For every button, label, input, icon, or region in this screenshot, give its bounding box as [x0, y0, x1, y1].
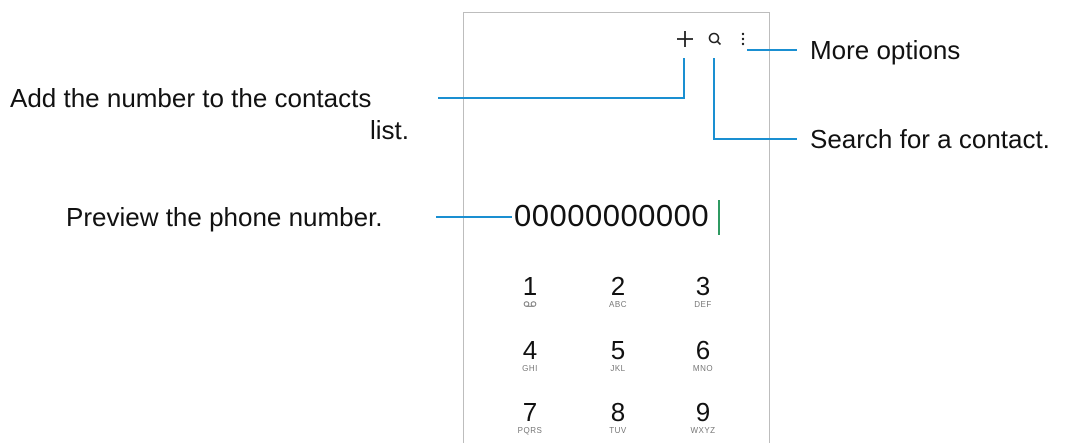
key-letters: TUV	[609, 426, 627, 435]
key-digit: 9	[695, 397, 711, 427]
key-9[interactable]: 9 WXYZ	[668, 398, 738, 436]
key-letters: WXYZ	[690, 426, 716, 435]
key-6[interactable]: 6 MNO	[668, 336, 738, 374]
callout-line-preview	[436, 216, 512, 218]
callout-add-contact-line2: list.	[370, 115, 409, 145]
key-4[interactable]: 4 GHI	[495, 336, 565, 374]
key-letters: GHI	[522, 364, 538, 373]
callout-line-search-vertical	[713, 58, 715, 140]
callout-preview: Preview the phone number.	[66, 202, 383, 232]
key-8[interactable]: 8 TUV	[583, 398, 653, 436]
callout-search: Search for a contact.	[810, 124, 1050, 154]
text-cursor	[718, 200, 720, 235]
key-digit: 5	[610, 335, 626, 365]
key-letters: PQRS	[517, 426, 543, 435]
key-letters: JKL	[610, 364, 626, 373]
callout-line-search	[713, 138, 797, 140]
key-letters: DEF	[694, 300, 712, 309]
key-3[interactable]: 3 DEF	[668, 272, 738, 310]
key-digit: 2	[610, 271, 626, 301]
key-digit: 6	[695, 335, 711, 365]
key-2[interactable]: 2 ABC	[583, 272, 653, 310]
plus-icon[interactable]	[674, 28, 696, 50]
phone-number-display[interactable]: 00000000000	[514, 196, 709, 236]
callout-line-add-contact	[438, 97, 685, 99]
key-digit: 4	[522, 335, 538, 365]
callout-more-options: More options	[810, 35, 961, 65]
key-digit: 8	[610, 397, 626, 427]
key-5[interactable]: 5 JKL	[583, 336, 653, 374]
key-digit: 3	[695, 271, 711, 301]
key-letters: MNO	[692, 364, 714, 373]
callout-line-more-options	[747, 49, 797, 51]
key-digit: 7	[522, 397, 538, 427]
voicemail-icon	[495, 300, 565, 311]
key-1[interactable]: 1	[495, 272, 565, 311]
key-7[interactable]: 7 PQRS	[495, 398, 565, 436]
more-options-icon[interactable]	[732, 28, 754, 50]
key-digit: 1	[522, 271, 538, 301]
search-icon[interactable]	[704, 28, 726, 50]
callout-add-contact-line1: Add the number to the contacts	[10, 83, 372, 113]
key-letters: ABC	[609, 300, 627, 309]
callout-line-add-contact-vertical	[683, 58, 685, 99]
